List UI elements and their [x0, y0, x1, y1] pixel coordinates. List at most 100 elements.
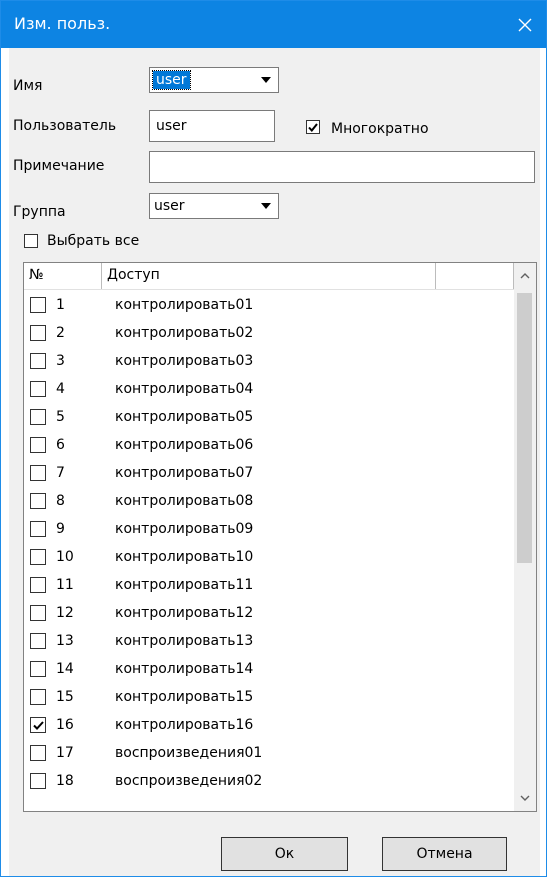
row-checkbox[interactable] — [30, 437, 46, 453]
list-header: № Доступ — [24, 263, 514, 290]
scroll-up-button[interactable] — [514, 265, 536, 287]
list-item[interactable]: 1 контролировать01 — [24, 291, 514, 319]
row-number: 4 — [56, 381, 65, 397]
list-item[interactable]: 4 контролировать04 — [24, 375, 514, 403]
chevron-down-icon — [520, 795, 530, 801]
note-label: Примечание — [13, 158, 105, 174]
title-bar: Изм. польз. — [1, 1, 546, 48]
row-number: 15 — [56, 689, 74, 705]
list-item[interactable]: 16 контролировать16 — [24, 711, 514, 739]
list-item[interactable]: 5 контролировать05 — [24, 403, 514, 431]
row-checkbox[interactable] — [30, 353, 46, 369]
row-access: контролировать13 — [115, 633, 254, 649]
cancel-button[interactable]: Отмена — [382, 837, 507, 871]
row-checkbox[interactable] — [30, 493, 46, 509]
list-item[interactable]: 6 контролировать06 — [24, 431, 514, 459]
note-field[interactable] — [149, 151, 535, 183]
row-number: 1 — [56, 297, 65, 313]
note-input[interactable] — [150, 152, 534, 182]
row-number: 12 — [56, 605, 74, 621]
scroll-thumb[interactable] — [517, 293, 532, 563]
user-field[interactable] — [149, 110, 275, 142]
row-access: контролировать11 — [115, 577, 254, 593]
row-access: контролировать14 — [115, 661, 254, 677]
row-checkbox[interactable] — [30, 689, 46, 705]
row-checkbox[interactable] — [30, 773, 46, 789]
checkmark-icon — [32, 720, 44, 730]
scroll-down-button[interactable] — [514, 787, 536, 809]
list-item[interactable]: 18 воспроизведения02 — [24, 767, 514, 795]
column-header-empty[interactable] — [436, 263, 514, 289]
name-dropdown-button[interactable] — [256, 70, 276, 90]
row-access: контролировать07 — [115, 465, 254, 481]
access-list[interactable]: № Доступ 1 контролировать01 2 контролироват… — [23, 262, 537, 812]
name-combobox[interactable]: user — [149, 67, 279, 93]
row-number: 2 — [56, 325, 65, 341]
row-access: контролировать15 — [115, 689, 254, 705]
ok-button[interactable]: Ок — [221, 837, 348, 871]
row-number: 11 — [56, 577, 74, 593]
close-button[interactable] — [502, 1, 546, 48]
list-item[interactable]: 14 контролировать14 — [24, 655, 514, 683]
row-checkbox[interactable] — [30, 633, 46, 649]
row-number: 14 — [56, 661, 74, 677]
row-access: контролировать03 — [115, 353, 254, 369]
list-item[interactable]: 7 контролировать07 — [24, 459, 514, 487]
select-all-label: Выбрать все — [47, 233, 140, 249]
row-number: 18 — [56, 773, 74, 789]
row-number: 6 — [56, 437, 65, 453]
list-item[interactable]: 10 контролировать10 — [24, 543, 514, 571]
row-access: контролировать09 — [115, 521, 254, 537]
close-icon — [518, 18, 532, 31]
row-checkbox[interactable] — [30, 577, 46, 593]
row-checkbox[interactable] — [30, 297, 46, 313]
user-label: Пользователь — [13, 118, 117, 134]
checkmark-icon — [308, 122, 318, 132]
row-access: контролировать16 — [115, 717, 254, 733]
row-checkbox[interactable] — [30, 381, 46, 397]
list-item[interactable]: 11 контролировать11 — [24, 571, 514, 599]
row-number: 13 — [56, 633, 74, 649]
list-item[interactable]: 13 контролировать13 — [24, 627, 514, 655]
row-checkbox[interactable] — [30, 745, 46, 761]
group-value: user — [154, 198, 185, 214]
row-checkbox[interactable] — [30, 465, 46, 481]
row-number: 5 — [56, 409, 65, 425]
row-access: контролировать05 — [115, 409, 254, 425]
row-checkbox[interactable] — [30, 521, 46, 537]
multi-checkbox[interactable] — [306, 120, 320, 134]
chevron-down-icon — [261, 203, 271, 209]
row-checkbox[interactable] — [30, 409, 46, 425]
group-dropdown-button[interactable] — [256, 196, 276, 216]
row-access: контролировать02 — [115, 325, 254, 341]
dialog-body: Имя user Пользователь Многократно Примеч… — [9, 48, 540, 876]
row-access: контролировать04 — [115, 381, 254, 397]
list-item[interactable]: 15 контролировать15 — [24, 683, 514, 711]
list-item[interactable]: 2 контролировать02 — [24, 319, 514, 347]
row-checkbox[interactable] — [30, 717, 46, 733]
column-header-number[interactable]: № — [24, 263, 102, 289]
row-access: контролировать01 — [115, 297, 254, 313]
select-all-checkbox[interactable] — [24, 234, 38, 248]
row-number: 17 — [56, 745, 74, 761]
list-item[interactable]: 12 контролировать12 — [24, 599, 514, 627]
list-item[interactable]: 17 воспроизведения01 — [24, 739, 514, 767]
list-item[interactable]: 3 контролировать03 — [24, 347, 514, 375]
row-checkbox[interactable] — [30, 661, 46, 677]
row-access: контролировать12 — [115, 605, 254, 621]
group-combobox[interactable]: user — [149, 193, 279, 219]
user-input[interactable] — [150, 111, 274, 141]
vertical-scrollbar[interactable] — [514, 263, 536, 811]
multi-label: Многократно — [331, 121, 429, 137]
row-access: контролировать06 — [115, 437, 254, 453]
list-item[interactable]: 8 контролировать08 — [24, 487, 514, 515]
row-access: контролировать10 — [115, 549, 254, 565]
row-number: 9 — [56, 521, 65, 537]
list-item[interactable]: 9 контролировать09 — [24, 515, 514, 543]
row-checkbox[interactable] — [30, 325, 46, 341]
row-checkbox[interactable] — [30, 605, 46, 621]
name-value: user — [152, 70, 191, 90]
chevron-down-icon — [261, 77, 271, 83]
column-header-access[interactable]: Доступ — [102, 263, 436, 289]
row-checkbox[interactable] — [30, 549, 46, 565]
